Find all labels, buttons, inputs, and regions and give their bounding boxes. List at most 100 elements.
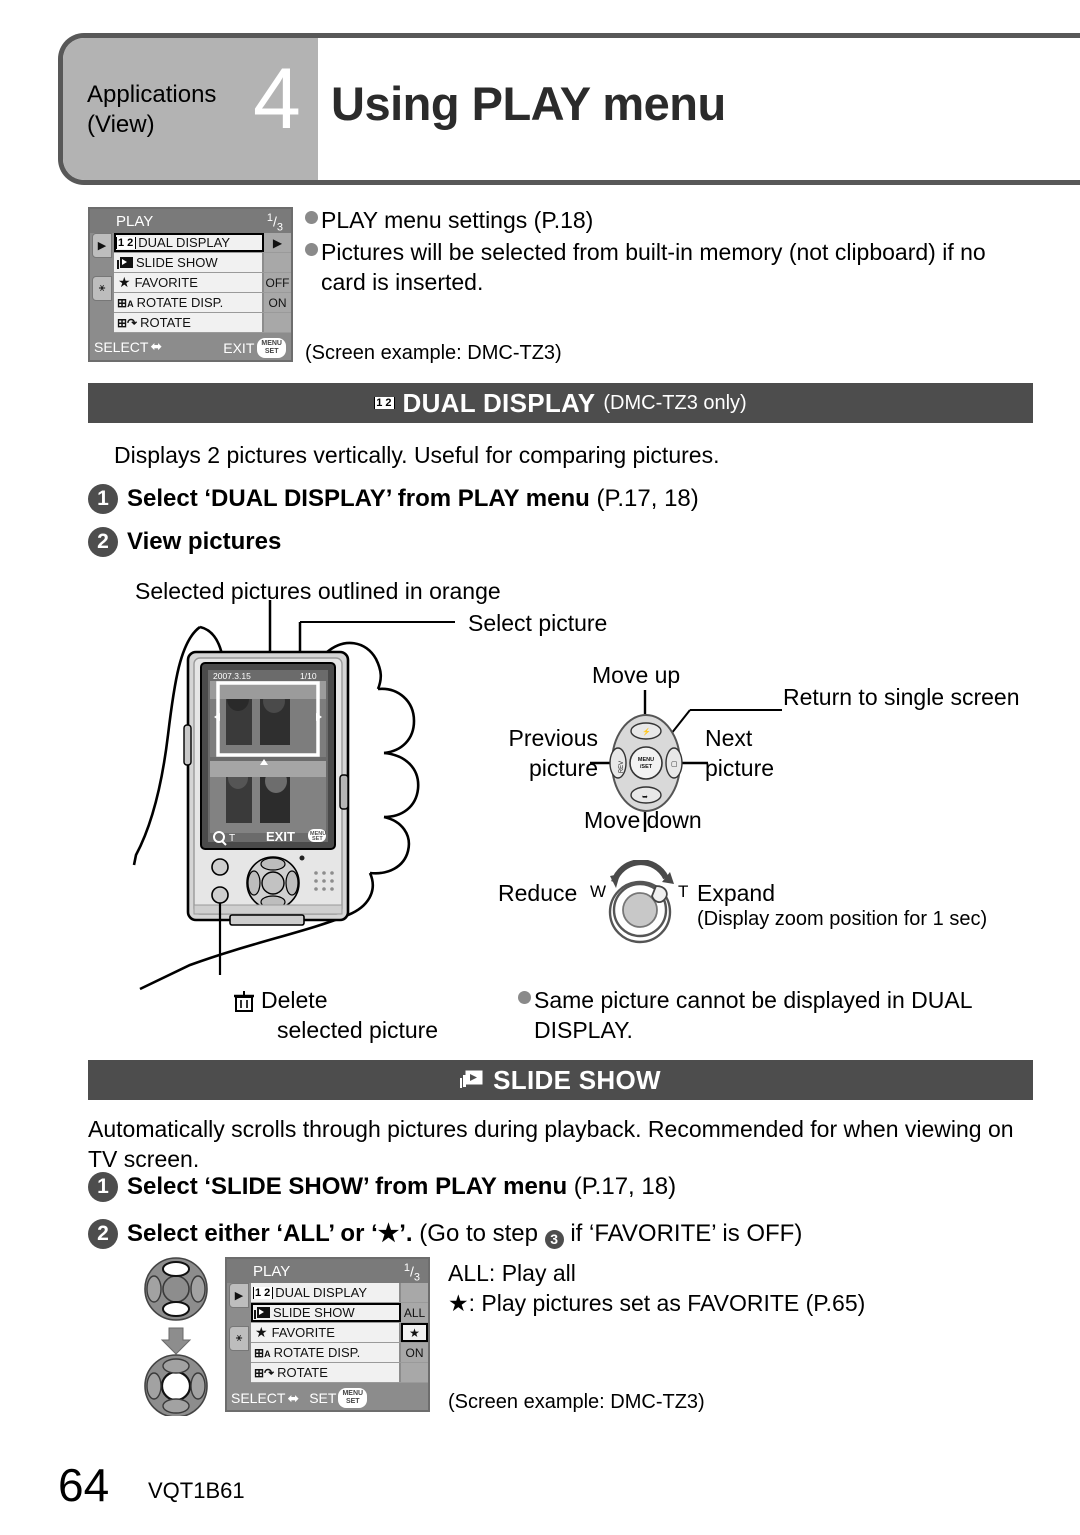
- legend-star: ★: Play pictures set as FAVORITE (P.65): [448, 1290, 866, 1316]
- tab-setup-wrench-icon[interactable]: ⚹: [92, 276, 112, 301]
- menu-row-value: ▶: [264, 233, 291, 252]
- menu-badge-bottom: SET: [264, 348, 279, 355]
- lcd-footer-bar-bottom: SELECT ⬌ SET MENU SET: [227, 1386, 428, 1408]
- menu-row-favorite[interactable]: ★ FAVORITE ★: [251, 1323, 428, 1343]
- step-1-badge: 1: [88, 484, 118, 514]
- menu-row-slide-show[interactable]: SLIDE SHOW: [114, 253, 291, 273]
- svg-text:1/10: 1/10: [300, 671, 317, 681]
- callout-move-up: Move up: [592, 662, 681, 688]
- dual-display-icon: 12: [116, 236, 137, 249]
- svg-text:⚡: ⚡: [642, 727, 651, 736]
- ss-step-1-text: Select ‘SLIDE SHOW’ from PLAY menu (P.17…: [127, 1172, 676, 1202]
- select-arrows-icon: ⬌: [150, 338, 163, 354]
- lcd-menu-rows: 1 2 DUAL DISPLAY ▶ SLIDE SHOW ★ FAVORITE OFF ⊞A R…: [114, 233, 291, 333]
- top-notes-block: PLAY menu settings (P.18) Pictures will …: [305, 205, 1035, 297]
- lcd-menu-title-bottom: PLAY: [253, 1263, 291, 1280]
- play-menu-screenshot-bottom: PLAY 1/3 ▶ ⚹ 1 2 DUAL DISPLAY SLIDE SHOW ALL…: [225, 1257, 430, 1412]
- trash-icon: [234, 991, 254, 1012]
- svg-text:T: T: [229, 833, 235, 844]
- lcd-menu-rows-bottom: 1 2 DUAL DISPLAY SLIDE SHOW ALL ★ FAVORITE ★ ⊞A R…: [251, 1283, 428, 1383]
- top-note-bullet-2-text: Pictures will be selected from built-in …: [321, 239, 986, 295]
- menu-row-dual-display[interactable]: 1 2 DUAL DISPLAY: [251, 1283, 428, 1303]
- ss-step-2-norm-a: (Go to step: [412, 1220, 545, 1247]
- section-bar-dual-display: 12 DUAL DISPLAY (DMC-TZ3 only): [88, 383, 1033, 423]
- menu-set-badge-icon: MENU SET: [338, 1388, 368, 1408]
- menu-row-label: ⊞A ROTATE DISP.: [114, 293, 264, 312]
- section-title-slide-show: SLIDE SHOW: [493, 1064, 661, 1095]
- lcd-menu-title: PLAY: [116, 213, 154, 230]
- callout-expand: Expand: [697, 880, 776, 906]
- ss-step-2-star-icon: ★: [377, 1220, 400, 1247]
- menu-row-label: 1 2 DUAL DISPLAY: [251, 1283, 401, 1302]
- lcd-footer-exit: EXIT MENU SET: [223, 338, 286, 358]
- lcd-menu-body: ▶ ⚹ 1 2 DUAL DISPLAY ▶ SLIDE SHOW ★ FAVORITE OF…: [90, 233, 291, 336]
- menu-row-value: ★: [401, 1323, 428, 1342]
- callout-reduce: Reduce: [498, 880, 578, 906]
- menu-row-rotate[interactable]: ⊞↷ ROTATE: [114, 313, 291, 333]
- lcd-menu-body-bottom: ▶ ⚹ 1 2 DUAL DISPLAY SLIDE SHOW ALL ★ FAVORITE…: [227, 1283, 428, 1386]
- section-subtitle-dual-display: (DMC-TZ3 only): [603, 391, 747, 414]
- menu-badge-top-bottom: MENU: [342, 1390, 364, 1397]
- menu-row-rotate-disp[interactable]: ⊞A ROTATE DISP. ON: [114, 293, 291, 313]
- ss-step-1-bold: Select ‘SLIDE SHOW’ from PLAY menu: [127, 1173, 568, 1200]
- slide-show-step-1: 1 Select ‘SLIDE SHOW’ from PLAY menu (P.…: [88, 1172, 988, 1202]
- menu-row-favorite[interactable]: ★ FAVORITE OFF: [114, 273, 291, 293]
- top-note-bullet-1: PLAY menu settings (P.18): [305, 205, 1035, 235]
- top-screen-example-note: (Screen example: DMC-TZ3): [305, 342, 562, 364]
- dual-display-note-text: Same picture cannot be displayed in DUAL…: [534, 987, 972, 1043]
- menu-row-rotate[interactable]: ⊞↷ ROTATE: [251, 1363, 428, 1383]
- menu-row-value: [264, 253, 291, 272]
- dual-display-note-bullet: Same picture cannot be displayed in DUAL…: [518, 985, 1028, 1045]
- lcd-page-indicator: 1/3: [266, 212, 283, 234]
- menu-row-label: SLIDE SHOW: [251, 1303, 401, 1322]
- menu-row-value: [401, 1283, 428, 1302]
- lcd-page-total-bottom: 3: [413, 1271, 420, 1284]
- menu-row-rotate-disp[interactable]: ⊞A ROTATE DISP. ON: [251, 1343, 428, 1363]
- slide-show-icon: [117, 256, 133, 269]
- lcd-titlebar-bottom: PLAY 1/3: [227, 1259, 428, 1283]
- top-note-bullet-2: Pictures will be selected from built-in …: [305, 237, 1035, 297]
- select-arrows-icon: ⬌: [287, 1389, 300, 1406]
- svg-text:➥: ➥: [642, 794, 648, 801]
- slide-show-icon: [460, 1070, 483, 1088]
- menu-row-value: ALL: [401, 1303, 428, 1322]
- document-code: VQT1B61: [148, 1478, 245, 1503]
- menu-row-dual-display[interactable]: 1 2 DUAL DISPLAY ▶: [114, 233, 291, 253]
- header-applications-line2: (View): [87, 111, 155, 138]
- svg-text:/SET: /SET: [640, 764, 653, 770]
- menu-row-slide-show[interactable]: SLIDE SHOW ALL: [251, 1303, 428, 1323]
- tab-playback-icon[interactable]: ▶: [229, 1283, 249, 1308]
- menu-set-badge-icon: MENU SET: [257, 338, 286, 358]
- menu-row-label: ⊞↷ ROTATE: [251, 1363, 401, 1382]
- page-number: 64: [58, 1459, 110, 1511]
- rotate-disp-icon: ⊞A: [117, 295, 134, 310]
- menu-row-value: ON: [264, 293, 291, 312]
- lcd-footer-bar: SELECT ⬌ EXIT MENU SET: [90, 336, 291, 358]
- lcd-page-current: 1: [266, 212, 273, 224]
- callout-delete-line2: selected picture: [277, 1017, 439, 1043]
- svg-text:SET: SET: [312, 836, 323, 842]
- tab-setup-wrench-icon[interactable]: ⚹: [229, 1326, 249, 1351]
- svg-text:EXIT: EXIT: [266, 829, 295, 844]
- tab-playback-icon[interactable]: ▶: [92, 233, 112, 258]
- lcd-page-indicator-bottom: 1/3: [403, 1262, 420, 1284]
- rotate-icon: ⊞↷: [254, 1365, 275, 1380]
- lcd-set-label-bottom: SET: [309, 1390, 337, 1406]
- cursor-pad-sequence: [144, 1257, 208, 1416]
- zoom-lever-illustration: [608, 860, 674, 944]
- callout-select-picture: Select picture: [468, 610, 608, 636]
- dual-display-icon: 12: [253, 1286, 274, 1299]
- bottom-screen-example-note: (Screen example: DMC-TZ3): [448, 1391, 705, 1413]
- section-title-dual-display: DUAL DISPLAY: [402, 387, 596, 418]
- lcd-side-tabs: ▶ ⚹: [92, 233, 114, 304]
- svg-text:REV: REV: [619, 761, 625, 773]
- lcd-footer-select: SELECT ⬌: [94, 338, 162, 355]
- menu-row-label: SLIDE SHOW: [114, 253, 264, 272]
- ss-step-2-badge: 2: [88, 1219, 118, 1249]
- header-applications-line1: Applications: [87, 81, 217, 108]
- callout-zoom-note: (Display zoom position for 1 sec): [697, 908, 988, 930]
- menu-row-label: ★ FAVORITE: [114, 273, 264, 292]
- rotate-icon: ⊞↷: [117, 315, 138, 330]
- bullet-dot-icon: [305, 243, 318, 256]
- callout-delete: Delete selected picture: [233, 985, 438, 1045]
